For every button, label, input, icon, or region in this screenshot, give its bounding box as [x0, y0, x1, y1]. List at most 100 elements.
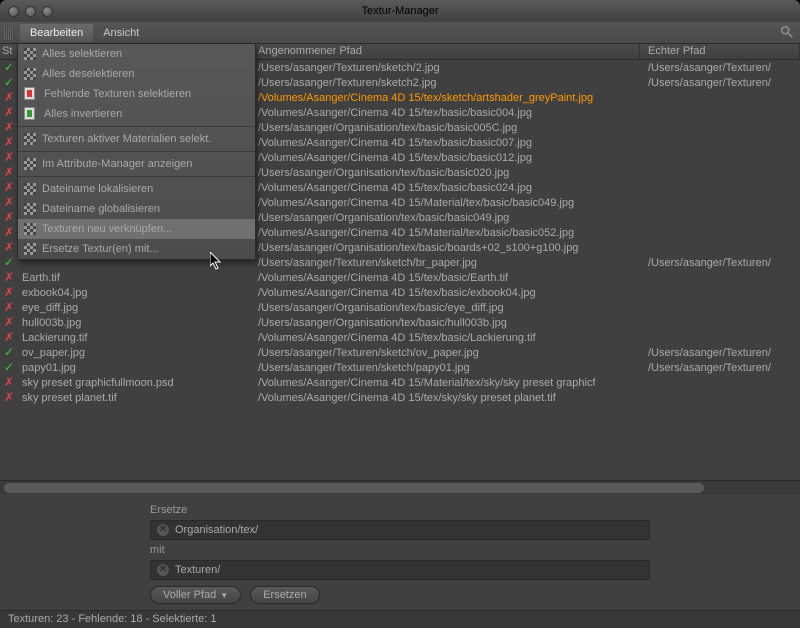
assumed-path: /Users/asanger/Organisation/tex/basic/hu…	[250, 317, 640, 329]
table-row[interactable]: ✗exbook04.jpg/Volumes/Asanger/Cinema 4D …	[0, 285, 800, 300]
assumed-path: /Users/asanger/Organisation/tex/basic/bo…	[250, 242, 640, 254]
status-icon: ✗	[0, 120, 18, 135]
scroll-thumb[interactable]	[4, 483, 704, 493]
texture-name: hull003b.jpg	[18, 317, 250, 329]
menu-replace-textures[interactable]: Ersetze Textur(en) mit...	[18, 239, 255, 259]
menu-select-missing[interactable]: Fehlende Texturen selektieren	[18, 84, 255, 104]
menu-bearbeiten[interactable]: Bearbeiten	[20, 24, 93, 42]
assumed-path: /Volumes/Asanger/Cinema 4D 15/tex/basic/…	[250, 137, 640, 149]
horizontal-scrollbar[interactable]	[0, 480, 800, 494]
menu-relink-textures[interactable]: Texturen neu verknüpfen...	[18, 219, 255, 239]
separator	[18, 176, 255, 177]
assumed-path: /Volumes/Asanger/Cinema 4D 15/tex/basic/…	[250, 107, 640, 119]
menu-ansicht[interactable]: Ansicht	[93, 24, 149, 42]
real-path: /Users/asanger/Texturen/	[640, 62, 800, 74]
texture-name: exbook04.jpg	[18, 287, 250, 299]
status-icon: ✗	[0, 210, 18, 225]
col-real-path[interactable]: Echter Pfad	[640, 44, 800, 59]
checker-icon	[24, 158, 36, 170]
status-icon: ✗	[0, 285, 18, 300]
menu-select-all[interactable]: Alles selektieren	[18, 44, 255, 64]
status-icon: ✗	[0, 150, 18, 165]
assumed-path: /Users/asanger/Texturen/sketch/papy01.jp…	[250, 362, 640, 374]
separator	[18, 151, 255, 152]
table-row[interactable]: ✓ov_paper.jpg/Users/asanger/Texturen/ske…	[0, 345, 800, 360]
close-icon[interactable]	[8, 6, 19, 17]
real-path: /Users/asanger/Texturen/	[640, 347, 800, 359]
texture-name: Lackierung.tif	[18, 332, 250, 344]
assumed-path: /Volumes/Asanger/Cinema 4D 15/tex/basic/…	[250, 332, 640, 344]
menu-select-active-materials[interactable]: Texturen aktiver Materialien selekt.	[18, 129, 255, 149]
checker-icon	[24, 243, 36, 255]
clear-icon[interactable]: ✕	[157, 564, 169, 576]
assumed-path: /Volumes/Asanger/Cinema 4D 15/Material/t…	[250, 227, 640, 239]
assumed-path: /Users/asanger/Texturen/sketch/ov_paper.…	[250, 347, 640, 359]
checker-icon	[24, 48, 36, 60]
menu-localize-filename[interactable]: Dateiname lokalisieren	[18, 179, 255, 199]
table-row[interactable]: ✗Earth.tif/Volumes/Asanger/Cinema 4D 15/…	[0, 270, 800, 285]
status-icon: ✗	[0, 240, 18, 255]
window-controls	[0, 6, 53, 17]
table-row[interactable]: ✓papy01.jpg/Users/asanger/Texturen/sketc…	[0, 360, 800, 375]
menu-globalize-filename[interactable]: Dateiname globalisieren	[18, 199, 255, 219]
col-status[interactable]: St	[0, 44, 18, 59]
table-row[interactable]: ✗eye_diff.jpg/Users/asanger/Organisation…	[0, 300, 800, 315]
replace-panel: Ersetze ✕ Organisation/tex/ mit ✕ Textur…	[0, 494, 800, 610]
replace-with-field[interactable]: ✕ Texturen/	[150, 560, 650, 580]
replace-button[interactable]: Ersetzen	[250, 586, 319, 604]
checker-icon	[24, 183, 36, 195]
doc-invert-icon	[24, 107, 35, 120]
with-label: mit	[150, 544, 650, 556]
status-icon: ✗	[0, 165, 18, 180]
assumed-path: /Users/asanger/Organisation/tex/basic/ey…	[250, 302, 640, 314]
assumed-path: /Users/asanger/Organisation/tex/basic/ba…	[250, 122, 640, 134]
titlebar[interactable]: Textur-Manager	[0, 0, 800, 22]
replace-from-value: Organisation/tex/	[175, 524, 258, 536]
checker-icon	[24, 223, 36, 235]
replace-label: Ersetze	[150, 504, 650, 516]
status-icon: ✗	[0, 315, 18, 330]
zoom-icon[interactable]	[42, 6, 53, 17]
window-title: Textur-Manager	[361, 5, 438, 17]
edit-menu-dropdown: Alles selektieren Alles deselektieren Fe…	[17, 44, 256, 260]
path-mode-select[interactable]: Voller Pfad▼	[150, 586, 241, 604]
table-row[interactable]: ✗hull003b.jpg/Users/asanger/Organisation…	[0, 315, 800, 330]
status-icon: ✗	[0, 90, 18, 105]
col-assumed-path[interactable]: Angenommener Pfad	[250, 44, 640, 59]
status-icon: ✗	[0, 330, 18, 345]
assumed-path: /Users/asanger/Texturen/sketch/br_paper.…	[250, 257, 640, 269]
status-icon: ✗	[0, 105, 18, 120]
menu-deselect-all[interactable]: Alles deselektieren	[18, 64, 255, 84]
real-path: /Users/asanger/Texturen/	[640, 77, 800, 89]
texture-name: eye_diff.jpg	[18, 302, 250, 314]
menu-show-attribute-manager[interactable]: Im Attribute-Manager anzeigen	[18, 154, 255, 174]
assumed-path: /Volumes/Asanger/Cinema 4D 15/tex/sky/sk…	[250, 392, 640, 404]
texture-name: sky preset graphicfullmoon.psd	[18, 377, 250, 389]
replace-from-field[interactable]: ✕ Organisation/tex/	[150, 520, 650, 540]
menu-invert[interactable]: Alles invertieren	[18, 104, 255, 124]
status-icon: ✗	[0, 375, 18, 390]
real-path: /Users/asanger/Texturen/	[640, 257, 800, 269]
status-icon: ✓	[0, 255, 18, 270]
search-icon[interactable]	[780, 25, 794, 39]
assumed-path: /Users/asanger/Organisation/tex/basic/ba…	[250, 167, 640, 179]
assumed-path: /Volumes/Asanger/Cinema 4D 15/tex/sketch…	[250, 92, 640, 104]
table-row[interactable]: ✗Lackierung.tif/Volumes/Asanger/Cinema 4…	[0, 330, 800, 345]
minimize-icon[interactable]	[25, 6, 36, 17]
grip-icon[interactable]	[4, 26, 14, 40]
menubar: Bearbeiten Ansicht	[0, 22, 800, 44]
table-row[interactable]: ✗sky preset planet.tif/Volumes/Asanger/C…	[0, 390, 800, 405]
table-row[interactable]: ✗sky preset graphicfullmoon.psd/Volumes/…	[0, 375, 800, 390]
checker-icon	[24, 68, 36, 80]
assumed-path: /Volumes/Asanger/Cinema 4D 15/tex/basic/…	[250, 182, 640, 194]
clear-icon[interactable]: ✕	[157, 524, 169, 536]
assumed-path: /Volumes/Asanger/Cinema 4D 15/Material/t…	[250, 197, 640, 209]
status-bar: Texturen: 23 - Fehlende: 18 - Selektiert…	[0, 610, 800, 628]
chevron-down-icon: ▼	[220, 591, 228, 600]
status-icon: ✗	[0, 180, 18, 195]
texture-name: papy01.jpg	[18, 362, 250, 374]
assumed-path: /Volumes/Asanger/Cinema 4D 15/tex/basic/…	[250, 272, 640, 284]
status-icon: ✗	[0, 390, 18, 405]
assumed-path: /Volumes/Asanger/Cinema 4D 15/tex/basic/…	[250, 152, 640, 164]
status-icon: ✗	[0, 225, 18, 240]
